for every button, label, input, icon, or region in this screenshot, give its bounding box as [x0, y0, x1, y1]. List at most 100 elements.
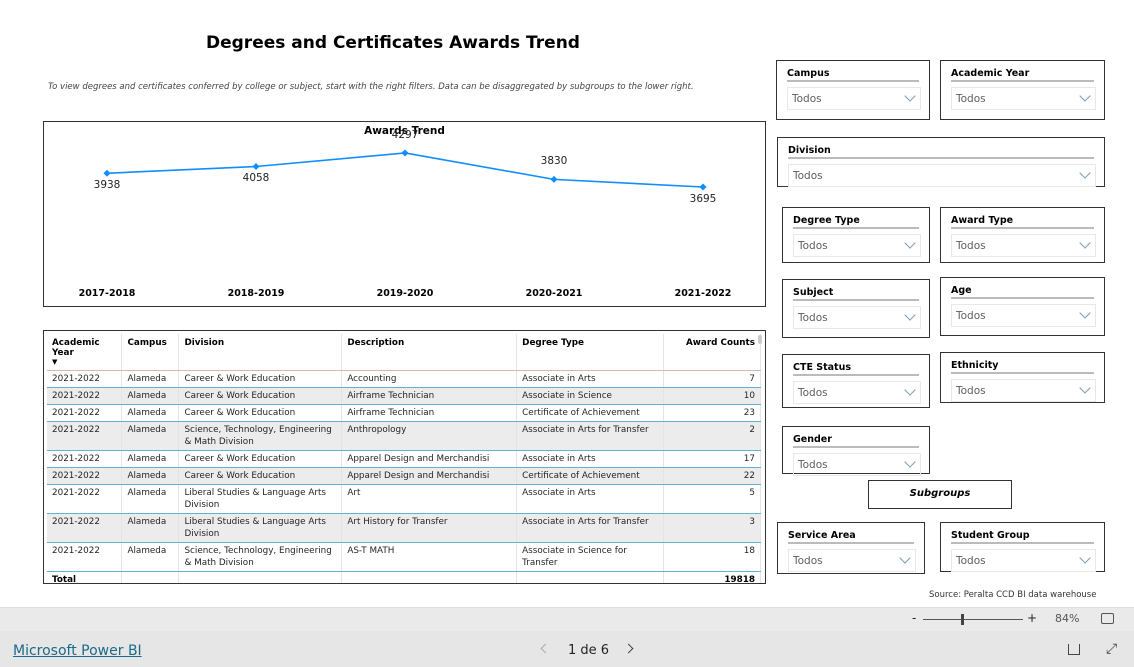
zoom-in-button[interactable]: +	[1027, 611, 1037, 625]
next-page-icon[interactable]	[623, 643, 634, 654]
previous-page-icon[interactable]	[540, 643, 551, 654]
table-cell: Certificate of Achievement	[516, 467, 665, 485]
table-row[interactable]: 2021-2022 Alameda Career & Work Education A…	[47, 467, 761, 485]
student-group-dropdown[interactable]: Todos	[951, 549, 1096, 572]
dropdown-value: Todos	[798, 312, 828, 324]
table-row[interactable]: 2021-2022 Alameda Career & Work Education A…	[47, 450, 761, 468]
division-dropdown[interactable]: Todos	[788, 164, 1096, 187]
table-cell: 2021-2022	[47, 404, 123, 422]
slicer-label: Division	[788, 145, 1094, 159]
table-cell: 10	[663, 387, 761, 405]
table-row[interactable]: 2021-2022 Alameda Liberal Studies & Langua…	[47, 513, 761, 543]
table-cell: Associate in Arts for Transfer	[516, 421, 665, 451]
gender-dropdown[interactable]: Todos	[793, 453, 921, 476]
column-header[interactable]: Award Counts	[663, 334, 761, 371]
share-icon[interactable]	[1068, 644, 1080, 655]
table-cell: 2021-2022	[47, 387, 123, 405]
data-point[interactable]	[103, 169, 111, 177]
data-point[interactable]	[550, 175, 558, 183]
column-header[interactable]: Division	[178, 334, 343, 371]
zoom-slider-handle[interactable]	[961, 614, 964, 625]
table-row[interactable]: 2021-2022 Alameda Career & Work Education A…	[47, 370, 761, 388]
chevron-down-icon	[1079, 167, 1091, 179]
power-bi-link[interactable]: Microsoft Power BI	[13, 643, 142, 659]
column-header[interactable]: Description	[341, 334, 518, 371]
dropdown-value: Todos	[956, 385, 986, 397]
award-type-dropdown[interactable]: Todos	[951, 234, 1096, 257]
fit-to-page-icon[interactable]	[1101, 613, 1114, 624]
page-subtitle: To view degrees and certificates conferr…	[48, 82, 694, 92]
table-cell: 23	[663, 404, 761, 422]
table-cell: Alameda	[121, 421, 180, 451]
table-row[interactable]: 2021-2022 Alameda Career & Work Education A…	[47, 387, 761, 405]
data-label: 4058	[242, 172, 270, 185]
table-row[interactable]: 2021-2022 Alameda Science, Technology, Eng…	[47, 542, 761, 572]
table-cell: Alameda	[121, 370, 180, 388]
zoom-out-button[interactable]: -	[912, 611, 916, 625]
table-cell: Apparel Design and Merchandisi	[341, 467, 518, 485]
ethnicity-dropdown[interactable]: Todos	[951, 379, 1096, 402]
age-dropdown[interactable]: Todos	[951, 304, 1096, 327]
dropdown-value: Todos	[793, 170, 823, 182]
fullscreen-icon[interactable]: ⤢	[1106, 641, 1117, 657]
data-point[interactable]	[401, 149, 409, 157]
line-plot	[103, 149, 707, 191]
table-cell: Associate in Arts	[516, 370, 665, 388]
slicer-degree-type: Degree Type Todos	[782, 207, 930, 263]
table-cell: Career & Work Education	[178, 404, 343, 422]
data-label: 3695	[689, 193, 717, 205]
chevron-down-icon	[904, 309, 916, 321]
slicer-campus: Campus Todos	[776, 60, 930, 120]
table-cell: Alameda	[121, 513, 180, 543]
table-row[interactable]: 2021-2022 Alameda Career & Work Education A…	[47, 404, 761, 422]
x-tick-label: 2019-2020	[376, 288, 434, 299]
cte-status-dropdown[interactable]: Todos	[793, 381, 921, 404]
table-cell: Anthropology	[341, 421, 518, 451]
column-header[interactable]: Campus	[121, 334, 180, 371]
zoom-bar: - + 84%	[0, 607, 1134, 631]
table-cell: Alameda	[121, 542, 180, 572]
source-note: Source: Peralta CCD BI data warehouse	[929, 590, 1097, 600]
table-cell: Career & Work Education	[178, 370, 343, 388]
x-tick-label: 2018-2019	[227, 288, 285, 299]
slicer-label: Age	[951, 285, 1094, 299]
slicer-division: Division Todos	[777, 137, 1105, 187]
slicer-subject: Subject Todos	[782, 279, 930, 338]
zoom-level: 84%	[1055, 612, 1080, 625]
x-tick-label: 2021-2022	[674, 288, 732, 299]
table-scrollbar[interactable]	[758, 335, 762, 344]
table-cell: 5	[663, 484, 761, 514]
degree-type-dropdown[interactable]: Todos	[793, 234, 921, 257]
table-row[interactable]: 2021-2022 Alameda Liberal Studies & Langua…	[47, 484, 761, 514]
table-row[interactable]: 2021-2022 Alameda Science, Technology, Eng…	[47, 421, 761, 451]
data-point[interactable]	[252, 162, 260, 171]
table-cell: Liberal Studies & Language Arts Division	[178, 513, 343, 543]
column-header[interactable]: Academic Year ▼	[47, 334, 123, 371]
page-title: Degrees and Certificates Awards Trend	[206, 33, 580, 53]
awards-table: Academic Year ▼ Campus Division Description D…	[43, 330, 766, 584]
column-header[interactable]: Degree Type	[516, 334, 665, 371]
slicer-academic-year: Academic Year Todos	[940, 60, 1105, 120]
table-cell: Airframe Technician	[341, 387, 518, 405]
chevron-down-icon	[1079, 90, 1091, 102]
data-point[interactable]	[699, 183, 707, 191]
sort-desc-icon: ▼	[52, 358, 58, 366]
dropdown-value: Todos	[956, 240, 986, 252]
table-cell: Art	[341, 484, 518, 514]
subgroups-button[interactable]: Subgroups	[868, 480, 1012, 509]
dropdown-value: Todos	[956, 310, 986, 322]
campus-dropdown[interactable]: Todos	[787, 87, 921, 110]
table-cell: Liberal Studies & Language Arts Division	[178, 484, 343, 514]
dropdown-value: Todos	[956, 555, 986, 567]
page-indicator: 1 de 6	[568, 643, 610, 658]
zoom-slider[interactable]	[923, 619, 1023, 620]
table-cell: Alameda	[121, 450, 180, 468]
table-cell: Associate in Arts	[516, 484, 665, 514]
slicer-award-type: Award Type Todos	[940, 207, 1105, 263]
dropdown-value: Todos	[792, 93, 822, 105]
table-cell: 7	[663, 370, 761, 388]
subject-dropdown[interactable]: Todos	[793, 306, 921, 329]
table-cell: Science, Technology, Engineering & Math …	[178, 421, 343, 451]
service-area-dropdown[interactable]: Todos	[788, 549, 916, 572]
academic-year-dropdown[interactable]: Todos	[951, 87, 1096, 110]
